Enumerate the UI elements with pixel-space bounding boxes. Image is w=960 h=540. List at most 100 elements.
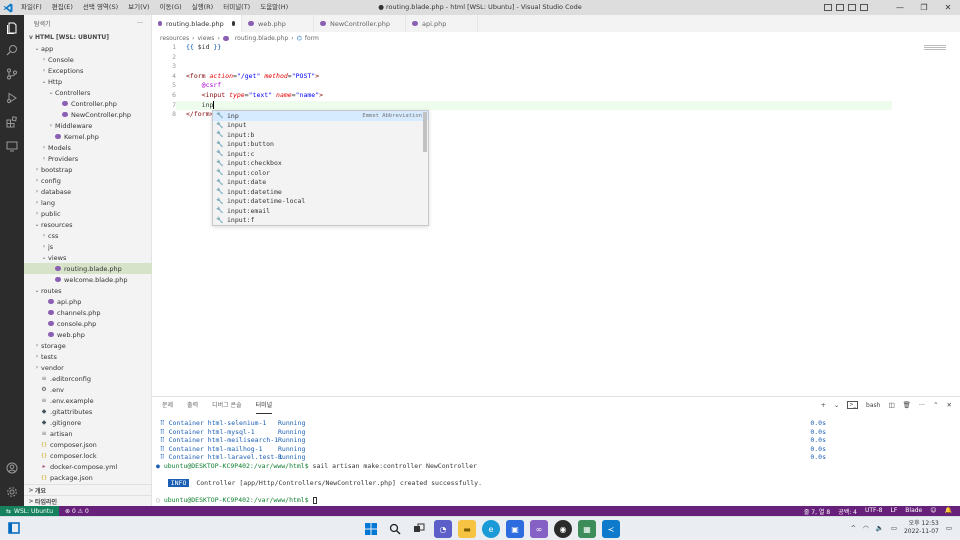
file-tree-item[interactable]: ⌄ views (24, 252, 152, 263)
terminal-output[interactable]: ⠿ Container html-selenium-1 Running 0.0s ⠿… (156, 419, 956, 505)
suggest-item[interactable]: 🔧 input:button (213, 140, 428, 150)
notification-center-icon[interactable]: ▭ (946, 524, 952, 532)
windows-start-icon[interactable] (362, 520, 380, 538)
task-view-icon[interactable] (8, 522, 20, 534)
suggest-item[interactable]: 🔧 input:checkbox (213, 159, 428, 169)
language-mode[interactable]: Blade (905, 507, 922, 516)
restore-button[interactable]: ❐ (912, 0, 936, 15)
panel-tab[interactable]: 터미널 (255, 397, 273, 414)
menu-item[interactable]: 파일(F) (16, 0, 47, 15)
editor-tab[interactable]: api.php (406, 15, 478, 32)
search-icon[interactable] (386, 520, 404, 538)
settings-gear-icon[interactable] (6, 486, 18, 498)
account-icon[interactable] (6, 462, 18, 474)
notifications-bell-icon[interactable]: 🔔 (945, 507, 952, 516)
panel-tab[interactable]: 출력 (187, 397, 198, 414)
file-tree-item[interactable]: › bootstrap (24, 164, 152, 175)
terminal-shell-icon[interactable]: >_ (847, 401, 859, 409)
menu-item[interactable]: 터미널(T) (218, 0, 255, 15)
chrome-browser-icon[interactable]: ◉ (554, 520, 572, 538)
feedback-icon[interactable]: ☺ (930, 507, 936, 516)
menu-item[interactable]: 실행(R) (187, 0, 219, 15)
panel-tab[interactable]: 문제 (162, 397, 173, 414)
teams-chat-icon[interactable]: ◔ (434, 520, 452, 538)
file-tree-item[interactable]: ≡ artisan (24, 428, 152, 439)
terminal-dropdown-icon[interactable]: ⌄ (834, 401, 839, 409)
vscode-logo-icon[interactable] (0, 0, 16, 15)
editor-tab[interactable]: NewController.php (314, 15, 406, 32)
toggle-sidebar-icon[interactable] (824, 4, 832, 11)
breadcrumb-item[interactable]: views (197, 35, 214, 42)
suggest-item[interactable]: 🔧 input (213, 121, 428, 131)
file-tree-item[interactable]: ⌄ routes (24, 285, 152, 296)
suggest-scrollbar[interactable] (423, 112, 427, 152)
suggest-item[interactable]: 🔧 input:color (213, 168, 428, 178)
file-tree-item[interactable]: api.php (24, 296, 152, 307)
end-of-line[interactable]: LF (890, 507, 897, 516)
suggest-item[interactable]: 🔧 input:date (213, 178, 428, 188)
menu-item[interactable]: 편집(E) (47, 0, 78, 15)
file-tree-item[interactable]: channels.php (24, 307, 152, 318)
cursor-position[interactable]: 줄 7, 열 8 (804, 507, 830, 516)
file-tree-item[interactable]: ⌄ Http (24, 76, 152, 87)
explorer-icon[interactable] (6, 22, 18, 34)
outline-section-header[interactable]: > 개요 (24, 484, 152, 495)
file-tree-item[interactable]: welcome.blade.php (24, 274, 152, 285)
file-tree-item[interactable]: › storage (24, 340, 152, 351)
clock[interactable]: 오후 12:53 2022-11-07 (904, 520, 939, 536)
suggest-item[interactable]: 🔧 input:f (213, 216, 428, 226)
breadcrumb-item[interactable]: form (305, 35, 319, 42)
file-tree-item[interactable]: ≡ .editorconfig (24, 373, 152, 384)
suggest-item[interactable]: 🔧 input:email (213, 206, 428, 216)
file-tree-item[interactable]: Kernel.php (24, 131, 152, 142)
split-terminal-icon[interactable]: ◫ (888, 401, 894, 409)
wifi-icon[interactable]: ◠ (863, 524, 869, 532)
file-tree-item[interactable]: {} composer.json (24, 439, 152, 450)
editor-tab[interactable]: web.php (242, 15, 314, 32)
toggle-secondary-sidebar-icon[interactable] (848, 4, 856, 11)
menu-item[interactable]: 보기(V) (123, 0, 154, 15)
source-control-icon[interactable] (6, 68, 18, 80)
customize-layout-icon[interactable] (860, 4, 868, 11)
code-content[interactable]: {{ $id }} <form action="/get" method="PO… (186, 43, 323, 120)
workspace-section-header[interactable]: v HTML [WSL: UBUNTU] (24, 32, 151, 43)
file-tree-item[interactable]: › public (24, 208, 152, 219)
breadcrumb-item[interactable]: routing.blade.php (235, 35, 288, 42)
file-tree-item[interactable]: routing.blade.php (24, 263, 152, 274)
suggest-item[interactable]: 🔧 input:datetime-local (213, 197, 428, 207)
timeline-section-header[interactable]: > 타임라인 (24, 495, 152, 506)
suggest-item[interactable]: 🔧 inp Emmet Abbreviation (213, 111, 428, 121)
store-icon[interactable]: ▣ (506, 520, 524, 538)
file-tree-item[interactable]: ⚙ .env (24, 384, 152, 395)
remote-indicator[interactable]: ⇆ WSL: Ubuntu (0, 506, 60, 516)
minimize-button[interactable]: — (888, 0, 912, 15)
problems-indicator[interactable]: ⊗ 0 ⚠ 0 (59, 508, 95, 515)
suggest-item[interactable]: 🔧 input:datetime (213, 187, 428, 197)
file-tree-item[interactable]: › css (24, 230, 152, 241)
file-tree-item[interactable]: ⌄ resources (24, 219, 152, 230)
encoding[interactable]: UTF-8 (865, 507, 883, 516)
menu-item[interactable]: 도움말(H) (255, 0, 293, 15)
file-tree-item[interactable]: {} package.json (24, 472, 152, 483)
vscode-taskbar-icon[interactable]: ≺ (602, 520, 620, 538)
file-tree-item[interactable]: ◆ .gitignore (24, 417, 152, 428)
run-debug-icon[interactable] (6, 92, 18, 104)
terminal-shell-label[interactable]: bash (866, 402, 880, 409)
file-tree-item[interactable]: Controller.php (24, 98, 152, 109)
unsaved-dot-icon[interactable] (231, 21, 235, 26)
task-view-icon[interactable] (410, 520, 428, 538)
maximize-panel-icon[interactable]: ⌃ (933, 401, 938, 409)
file-tree-item[interactable]: › lang (24, 197, 152, 208)
suggest-item[interactable]: 🔧 input:b (213, 130, 428, 140)
toggle-panel-icon[interactable] (836, 4, 844, 11)
file-tree-item[interactable]: › tests (24, 351, 152, 362)
file-tree-item[interactable]: NewController.php (24, 109, 152, 120)
extensions-icon[interactable] (6, 116, 18, 128)
indentation[interactable]: 공백: 4 (838, 507, 857, 516)
close-panel-icon[interactable]: ✕ (947, 401, 952, 409)
battery-icon[interactable]: ▭ (891, 524, 897, 532)
volume-icon[interactable]: 🔈 (876, 524, 884, 532)
file-tree-item[interactable]: › Middleware (24, 120, 152, 131)
chevron-up-icon[interactable]: ^ (851, 524, 856, 532)
menu-item[interactable]: 선택 영역(S) (78, 0, 123, 15)
